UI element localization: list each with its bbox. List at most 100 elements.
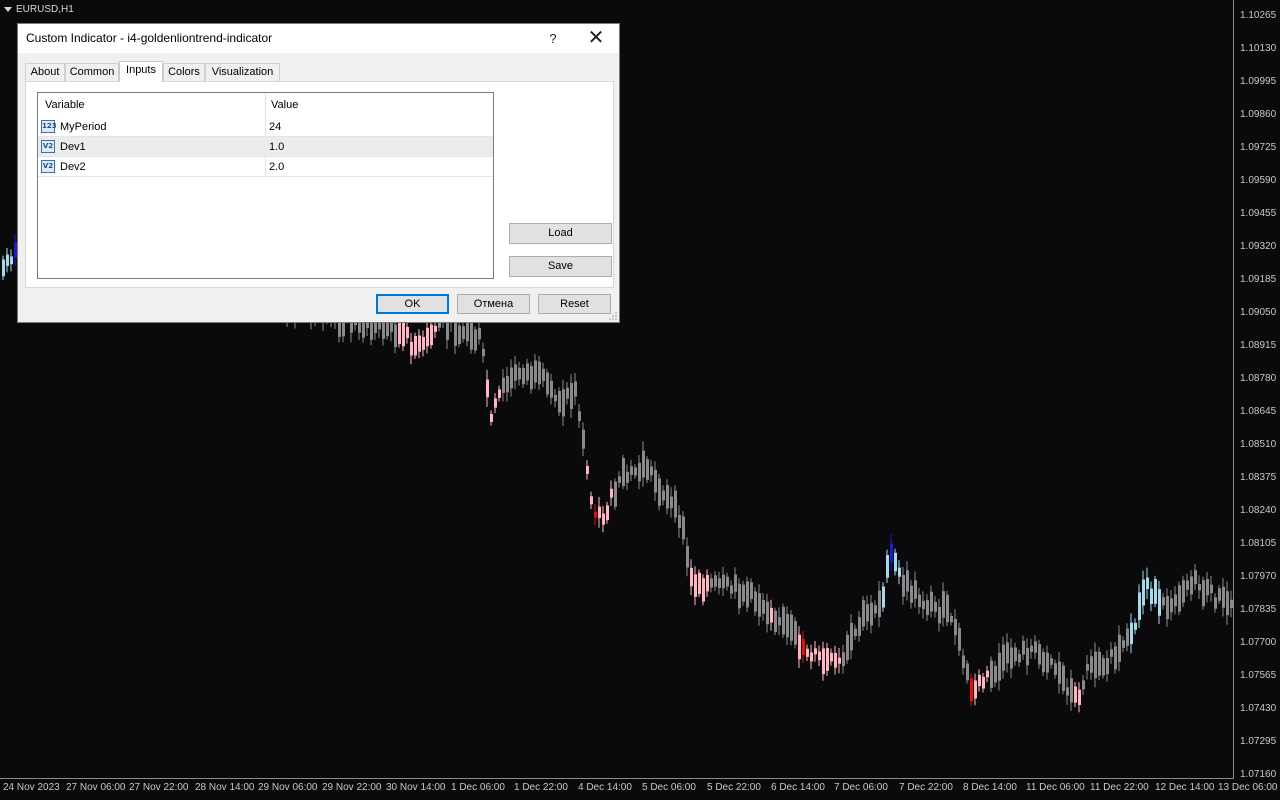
tab-about[interactable]: About: [25, 63, 65, 81]
candle-body: [754, 591, 757, 612]
candle-body: [1062, 665, 1065, 691]
candle-body: [838, 657, 841, 664]
candle-body: [910, 585, 913, 603]
candle-body: [1214, 597, 1217, 609]
candle-body: [614, 481, 617, 507]
candle-body: [410, 341, 413, 356]
price-label: 1.07700: [1240, 637, 1277, 648]
candle-body: [1202, 580, 1205, 607]
candle-body: [406, 326, 409, 339]
candle-body: [898, 567, 901, 577]
tab-inputs[interactable]: Inputs: [119, 61, 163, 82]
candle-body: [770, 607, 773, 623]
price-label: 1.09860: [1240, 109, 1277, 120]
candle-body: [686, 546, 689, 568]
integer-icon: 123: [41, 120, 57, 133]
candle-body: [502, 377, 505, 393]
candle-body: [826, 648, 829, 671]
table-row[interactable]: V2 Dev1 1.0: [38, 137, 493, 157]
candle-body: [1002, 644, 1005, 671]
candle-body: [890, 543, 893, 563]
candle-body: [814, 648, 817, 655]
candle-body: [546, 372, 549, 395]
candle-body: [602, 513, 605, 525]
candle-body: [862, 600, 865, 627]
candle-body: [802, 638, 805, 656]
symbol-text: EURUSD,H1: [16, 4, 74, 15]
price-label: 1.07295: [1240, 736, 1277, 747]
time-label: 7 Dec 22:00: [899, 782, 953, 793]
save-button[interactable]: Save: [509, 256, 612, 277]
candle-body: [986, 670, 989, 678]
candle-body: [618, 476, 621, 483]
variable-value[interactable]: 1.0: [269, 141, 284, 153]
candle-body: [494, 398, 497, 408]
tab-colors[interactable]: Colors: [163, 63, 205, 81]
candle-body: [390, 322, 393, 332]
candle-body: [1162, 597, 1165, 606]
candle-body: [854, 628, 857, 637]
time-label: 6 Dec 14:00: [771, 782, 825, 793]
candle-body: [650, 466, 653, 476]
candle-body: [714, 575, 717, 587]
variable-value[interactable]: 2.0: [269, 161, 284, 173]
column-header-variable[interactable]: Variable: [45, 99, 85, 111]
close-icon[interactable]: ✕: [581, 24, 611, 53]
price-label: 1.09995: [1240, 76, 1277, 87]
symbol-label[interactable]: EURUSD,H1: [4, 4, 74, 15]
candle-body: [1222, 586, 1225, 608]
tab-visualization[interactable]: Visualization: [205, 63, 280, 81]
column-header-value[interactable]: Value: [271, 99, 298, 111]
candle-body: [430, 324, 433, 346]
candle-body: [1078, 689, 1081, 706]
help-button[interactable]: ?: [538, 24, 568, 53]
inputs-grid[interactable]: Variable Value 123 MyPeriod 24 V2 Dev1 1…: [37, 92, 494, 279]
price-label: 1.09590: [1240, 175, 1277, 186]
candle-body: [882, 586, 885, 608]
price-label: 1.09455: [1240, 208, 1277, 219]
tab-common[interactable]: Common: [65, 63, 119, 81]
price-label: 1.07160: [1240, 769, 1277, 780]
candle-body: [950, 615, 953, 623]
table-row[interactable]: V2 Dev2 2.0: [38, 157, 493, 177]
price-label: 1.09185: [1240, 274, 1277, 285]
candle-body: [982, 676, 985, 689]
candle-body: [846, 634, 849, 661]
candle-body: [1054, 663, 1057, 675]
candle-body: [666, 485, 669, 509]
candle-body: [574, 381, 577, 397]
candle-body: [1034, 641, 1037, 653]
candle-body: [706, 575, 709, 592]
candle-body: [794, 621, 797, 645]
table-row[interactable]: 123 MyPeriod 24: [38, 117, 493, 137]
time-label: 8 Dec 14:00: [963, 782, 1017, 793]
reset-button[interactable]: Reset: [538, 294, 611, 314]
dropdown-triangle-icon[interactable]: [4, 7, 12, 12]
candle-body: [930, 591, 933, 612]
variable-name: Dev1: [60, 141, 86, 153]
variable-value[interactable]: 24: [269, 121, 281, 133]
candle-body: [682, 516, 685, 540]
candle-body: [730, 585, 733, 594]
price-label: 1.08105: [1240, 538, 1277, 549]
time-label: 11 Dec 22:00: [1090, 782, 1149, 793]
time-label: 11 Dec 06:00: [1026, 782, 1085, 793]
time-label: 29 Nov 22:00: [322, 782, 382, 793]
dialog-titlebar[interactable]: Custom Indicator - i4-goldenliontrend-in…: [18, 24, 619, 53]
time-label: 13 Dec 06:00: [1218, 782, 1278, 793]
candle-body: [6, 254, 9, 266]
price-label: 1.07970: [1240, 571, 1277, 582]
candle-body: [850, 622, 853, 651]
candle-body: [530, 366, 533, 390]
candle-body: [462, 326, 465, 340]
candle-body: [610, 488, 613, 498]
load-button[interactable]: Load: [509, 223, 612, 244]
resize-grip-icon[interactable]: [609, 312, 617, 320]
ok-button[interactable]: OK: [376, 294, 449, 314]
candle-body: [1134, 622, 1137, 630]
candle-body: [1226, 591, 1229, 616]
candle-body: [1178, 585, 1181, 612]
price-label: 1.08375: [1240, 472, 1277, 483]
candle-body: [458, 325, 461, 345]
cancel-button[interactable]: Отмена: [457, 294, 530, 314]
